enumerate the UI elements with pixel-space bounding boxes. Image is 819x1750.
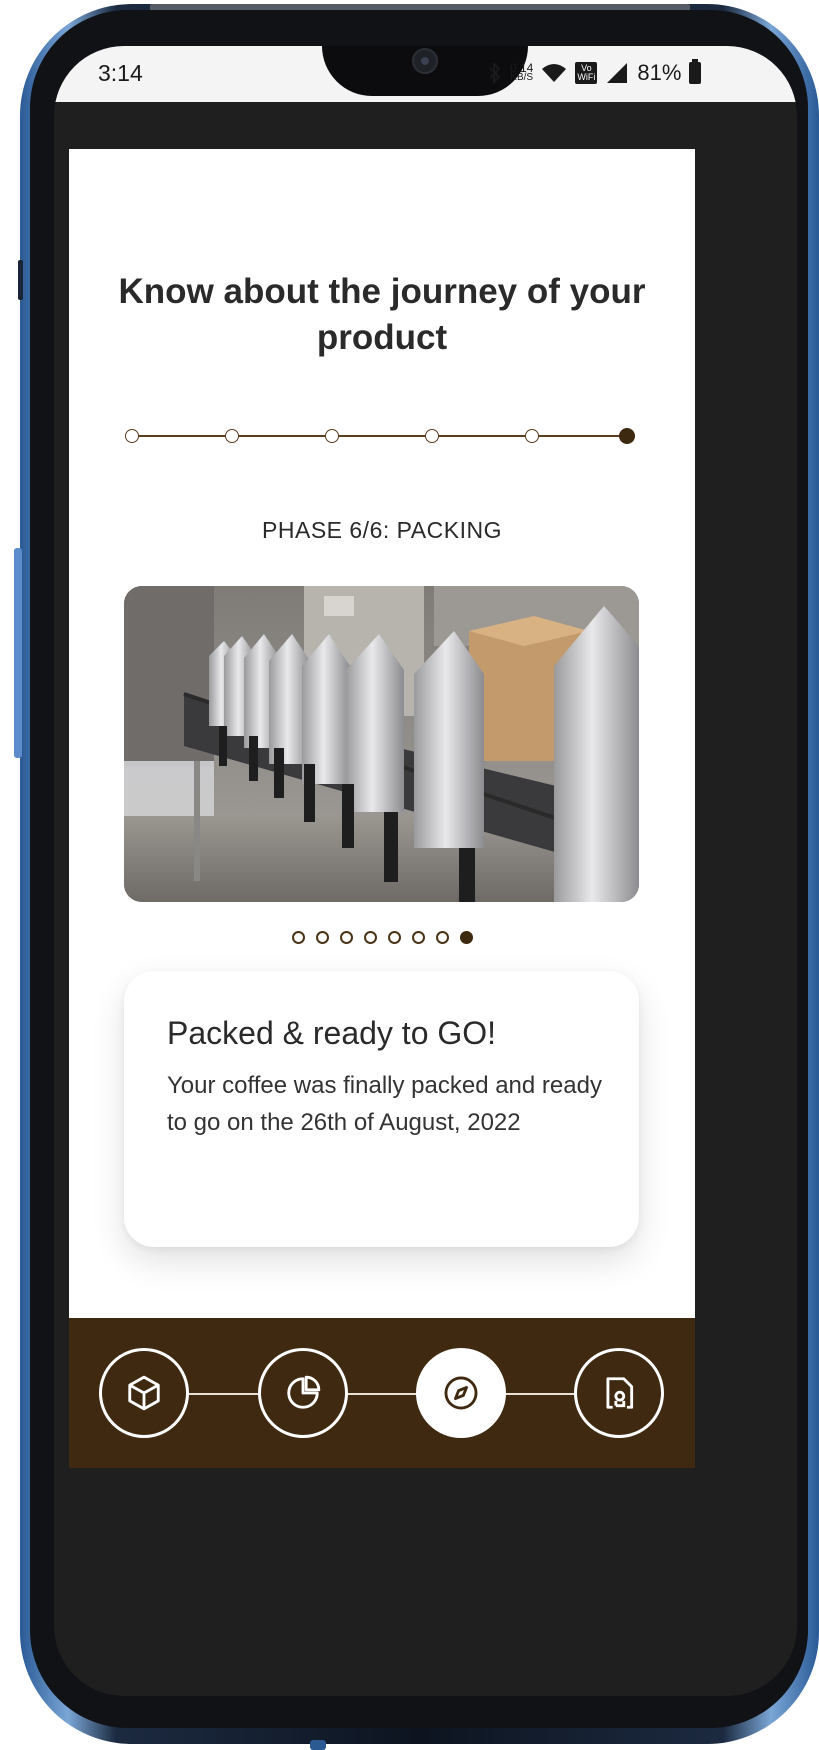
carousel-dot-6[interactable] <box>411 931 425 944</box>
status-time: 3:14 <box>98 60 143 86</box>
phase-stepper <box>125 421 635 451</box>
step-2[interactable] <box>225 429 239 443</box>
step-4[interactable] <box>425 429 439 443</box>
signal-icon <box>607 63 628 83</box>
volume-button <box>14 548 22 758</box>
carousel-dots <box>69 931 695 951</box>
packing-line-illustration <box>124 586 639 902</box>
carousel-dot-4[interactable] <box>363 931 377 944</box>
carousel-dot-2[interactable] <box>315 931 329 944</box>
packing-line-photo[interactable] <box>124 586 639 902</box>
network-speed: 0.14 KB/S <box>510 62 534 83</box>
box-icon <box>128 1375 160 1411</box>
power-button <box>18 260 23 300</box>
vowifi-bottom: WiFi <box>577 72 596 82</box>
certificate-icon <box>606 1377 634 1409</box>
vowifi-badge: Vo WiFi <box>575 62 598 84</box>
step-5[interactable] <box>525 429 539 443</box>
phase-info-card: Packed & ready to GO! Your coffee was fi… <box>124 971 639 1247</box>
step-6-current[interactable] <box>619 428 635 444</box>
nav-journey-button[interactable] <box>416 1348 506 1438</box>
battery-icon <box>689 59 702 84</box>
carousel-dot-5[interactable] <box>387 931 401 944</box>
carousel-dot-1[interactable] <box>291 931 305 944</box>
step-3[interactable] <box>325 429 339 443</box>
info-card-body: Your coffee was finally packed and ready… <box>167 1072 602 1136</box>
nav-product-button[interactable] <box>99 1348 189 1438</box>
battery-percent: 81% <box>637 60 682 85</box>
wifi-icon <box>542 64 567 82</box>
carousel-dot-8-current[interactable] <box>459 931 473 944</box>
status-icons: 0.14 KB/S Vo WiFi 81% <box>488 58 702 88</box>
bluetooth-icon <box>489 63 501 83</box>
page-title: Know about the journey of your product <box>118 272 646 357</box>
carousel-dot-7[interactable] <box>435 931 449 944</box>
nav-connector-line <box>145 1393 615 1395</box>
phone-bottom-port <box>310 1740 326 1750</box>
phone-screen: 3:14 0.14 KB/S Vo WiFi 81% Know about th… <box>54 46 797 1696</box>
nav-certificate-button[interactable] <box>574 1348 664 1438</box>
phase-label: PHASE 6/6: PACKING <box>262 517 502 543</box>
info-card-title: Packed & ready to GO! <box>167 1015 497 1051</box>
step-1[interactable] <box>125 429 139 443</box>
network-speed-unit: KB/S <box>510 72 534 83</box>
compass-icon <box>444 1376 478 1410</box>
pie-chart-icon <box>287 1375 321 1409</box>
bottom-navigation <box>69 1318 695 1468</box>
journey-page: Know about the journey of your product P… <box>69 149 695 1318</box>
stepper-line <box>132 435 628 437</box>
front-camera <box>412 48 438 74</box>
carousel-dot-3[interactable] <box>339 931 353 944</box>
status-bar: 3:14 0.14 KB/S Vo WiFi 81% <box>54 46 797 102</box>
nav-stats-button[interactable] <box>258 1348 348 1438</box>
